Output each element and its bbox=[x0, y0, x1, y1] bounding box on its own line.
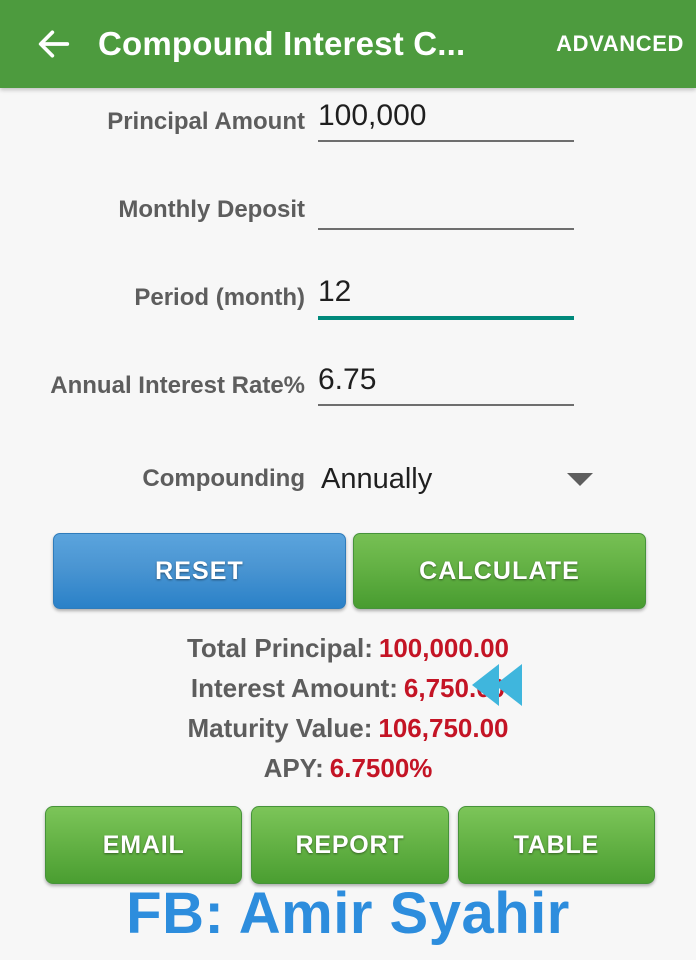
field-label-annual-interest-rate: Annual Interest Rate% bbox=[50, 372, 305, 399]
chevron-down-icon bbox=[567, 472, 593, 486]
advanced-button[interactable]: ADVANCED bbox=[556, 31, 684, 57]
annual-interest-rate-input[interactable]: 6.75 bbox=[318, 352, 574, 406]
results-panel: Total Principal: 100,000.00 Interest Amou… bbox=[0, 628, 696, 788]
back-button[interactable] bbox=[22, 12, 86, 76]
result-row-total-principal: Total Principal: 100,000.00 bbox=[0, 628, 696, 668]
calculate-button[interactable]: CALCULATE bbox=[353, 533, 646, 609]
compounding-select[interactable]: Annually bbox=[321, 463, 609, 496]
period-month-input[interactable]: 12 bbox=[318, 264, 574, 320]
principal-amount-underline bbox=[318, 140, 574, 142]
app-screen: Compound Interest C... ADVANCED Principa… bbox=[0, 0, 696, 960]
compounding-selected-value: Annually bbox=[321, 462, 433, 495]
field-label-principal-amount: Principal Amount bbox=[107, 108, 305, 135]
field-annual-interest-rate: Annual Interest Rate% 6.75 bbox=[0, 352, 696, 440]
double-arrow-left-icon bbox=[472, 664, 522, 706]
report-button[interactable]: REPORT bbox=[251, 806, 449, 884]
arrow-left-head-2 bbox=[495, 664, 522, 706]
monthly-deposit-value bbox=[318, 176, 574, 228]
watermark-text: FB: Amir Syahir bbox=[126, 881, 570, 946]
arrow-left-icon bbox=[34, 24, 74, 64]
table-button[interactable]: TABLE bbox=[457, 806, 655, 884]
field-label-compounding: Compounding bbox=[142, 465, 305, 492]
field-period-month: Period (month) 12 bbox=[0, 264, 696, 352]
result-value-apy: 6.7500% bbox=[329, 753, 433, 783]
result-row-interest-amount: Interest Amount: 6,750.00 bbox=[0, 668, 696, 708]
field-label-period-month: Period (month) bbox=[134, 284, 305, 311]
result-label-maturity-value: Maturity Value: bbox=[187, 713, 373, 743]
bottom-action-row: EMAIL REPORT TABLE bbox=[45, 806, 655, 884]
result-value-maturity-value: 106,750.00 bbox=[378, 713, 509, 743]
result-label-interest-amount: Interest Amount: bbox=[190, 673, 398, 703]
period-month-underline-focused bbox=[318, 316, 574, 320]
result-row-maturity-value: Maturity Value: 106,750.00 bbox=[0, 708, 696, 748]
field-monthly-deposit: Monthly Deposit bbox=[0, 176, 696, 264]
reset-button[interactable]: RESET bbox=[53, 533, 346, 609]
email-button[interactable]: EMAIL bbox=[45, 806, 243, 884]
result-label-apy: APY: bbox=[263, 753, 324, 783]
principal-amount-input[interactable]: 100,000 bbox=[318, 88, 574, 142]
monthly-deposit-input[interactable] bbox=[318, 176, 574, 230]
result-value-total-principal: 100,000.00 bbox=[378, 633, 509, 663]
field-label-monthly-deposit: Monthly Deposit bbox=[118, 196, 305, 223]
period-month-value: 12 bbox=[318, 275, 352, 308]
primary-action-row: RESET CALCULATE bbox=[53, 533, 646, 609]
annual-interest-rate-value: 6.75 bbox=[318, 363, 377, 396]
field-compounding: Compounding Annually bbox=[0, 444, 696, 514]
annual-interest-rate-underline bbox=[318, 404, 574, 406]
field-principal-amount: Principal Amount 100,000 bbox=[0, 88, 696, 176]
app-bar: Compound Interest C... ADVANCED bbox=[0, 0, 696, 88]
input-form: Principal Amount 100,000 Monthly Deposit… bbox=[0, 88, 696, 514]
page-title: Compound Interest C... bbox=[98, 25, 466, 62]
monthly-deposit-underline bbox=[318, 228, 574, 230]
principal-amount-value: 100,000 bbox=[318, 99, 427, 132]
result-label-total-principal: Total Principal: bbox=[186, 633, 373, 663]
result-row-apy: APY: 6.7500% bbox=[0, 748, 696, 788]
